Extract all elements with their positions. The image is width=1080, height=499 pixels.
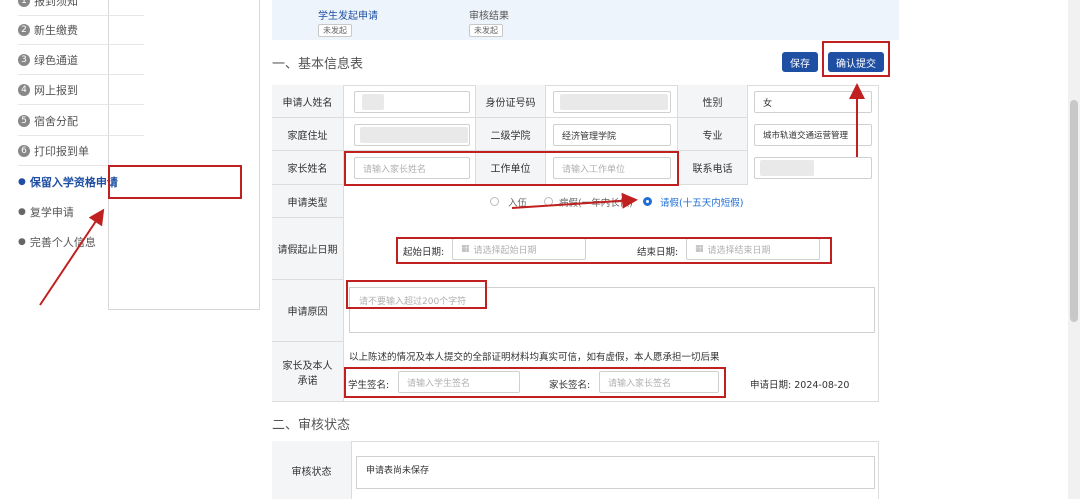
annotation-box — [108, 165, 242, 199]
step-number-icon: 1 — [18, 0, 30, 7]
label-major: 专业 — [678, 118, 748, 151]
radio-label-short-leave: 请假(十五天内短假) — [660, 198, 744, 209]
bullet-icon: ● — [18, 207, 26, 217]
radio-label-sick-leave: 病假(一年内长假) — [559, 198, 633, 209]
sidebar-item-label: 打印报到单 — [34, 144, 89, 158]
redacted-area — [362, 94, 384, 110]
college-input[interactable]: 经济管理学院 — [553, 124, 671, 146]
sidebar-item-label: 复学申请 — [29, 206, 74, 219]
step-number-icon: 4 — [18, 83, 30, 96]
bullet-icon: ● — [18, 237, 26, 247]
section-title-basic-info: 一、基本信息表 — [272, 57, 364, 72]
label-gender: 性别 — [678, 85, 748, 118]
radio-enlist[interactable] — [490, 197, 499, 206]
sidebar-item-label: 绿色通道 — [34, 53, 78, 67]
step-label: 审核结果 — [469, 11, 509, 22]
section-title-review-status: 二、审核状态 — [272, 418, 351, 433]
annotation-box — [344, 367, 726, 398]
label-reason: 申请原因 — [272, 280, 344, 342]
scrollbar-thumb[interactable] — [1070, 100, 1078, 322]
sidebar-item-label: 网上报到 — [34, 83, 78, 97]
save-button[interactable]: 保存 — [782, 52, 818, 72]
sidebar-item-label: 完善个人信息 — [29, 236, 96, 249]
sidebar-item-label: 新生缴费 — [34, 23, 78, 37]
sidebar-item-resume-study[interactable]: ● 复学申请 — [18, 197, 144, 227]
step-number-icon: 5 — [18, 114, 30, 127]
radio-label-enlist: 入伍 — [508, 198, 528, 209]
sidebar-item-notice[interactable]: 1 报到须知 — [18, 0, 144, 16]
sidebar-item-label: 报到须知 — [34, 0, 78, 8]
label-home-address: 家庭住址 — [272, 118, 344, 151]
scrollbar[interactable] — [1068, 0, 1080, 499]
annotation-box — [344, 151, 679, 186]
radio-short-leave[interactable] — [643, 197, 652, 206]
annotation-box — [396, 237, 832, 264]
pledge-text: 以上陈述的情况及本人提交的全部证明材料均真实可信，如有虚假，本人愿承担一切后果 — [349, 352, 720, 363]
label-application-type: 申请类型 — [272, 185, 344, 218]
sidebar-item-dorm[interactable]: 5 宿舍分配 — [18, 106, 144, 136]
redacted-area — [560, 94, 668, 110]
page: 1 报到须知 2 新生缴费 3 绿色通道 4 网上报到 5 宿舍分配 6 打印报… — [0, 0, 1080, 499]
step-number-icon: 6 — [18, 144, 30, 157]
sidebar-item-profile[interactable]: ● 完善个人信息 — [18, 227, 144, 257]
apply-date-label: 申请日期: 2024-08-20 — [750, 377, 849, 391]
status-step-result: 审核结果 未发起 — [469, 7, 509, 37]
step-number-icon: 2 — [18, 23, 30, 36]
label-review-status: 审核状态 — [272, 441, 352, 499]
redacted-area — [760, 160, 814, 176]
annotation-box — [346, 280, 487, 309]
sidebar-item-green-channel[interactable]: 3 绿色通道 — [18, 45, 144, 75]
label-college: 二级学院 — [476, 118, 546, 151]
label-phone: 联系电话 — [678, 151, 748, 185]
review-status-textarea[interactable]: 申请表尚未保存 — [356, 456, 875, 489]
radio-sick-leave[interactable] — [544, 197, 553, 206]
status-badge: 未发起 — [469, 24, 503, 37]
sidebar-item-label: 保留入学资格申请 — [29, 176, 118, 189]
sidebar-item-online-register[interactable]: 4 网上报到 — [18, 75, 144, 105]
label-parent-name: 家长姓名 — [272, 151, 344, 185]
label-pledge: 家长及本人承诺 — [272, 342, 344, 402]
status-badge: 未发起 — [318, 24, 352, 37]
major-input[interactable]: 城市轨道交通运营管理 — [754, 124, 872, 146]
label-leave-period: 请假起止日期 — [272, 218, 344, 280]
apply-date-label-text: 申请日期: — [750, 380, 792, 391]
step-number-icon: 3 — [18, 53, 30, 66]
sidebar-item-fee[interactable]: 2 新生缴费 — [18, 15, 144, 45]
gender-input[interactable]: 女 — [754, 91, 872, 113]
redacted-area — [360, 127, 468, 143]
annotation-box — [822, 41, 890, 77]
label-applicant-name: 申请人姓名 — [272, 85, 344, 118]
label-id-number: 身份证号码 — [476, 85, 546, 118]
bullet-icon: ● — [18, 177, 26, 187]
step-label: 学生发起申请 — [318, 11, 378, 22]
status-step-apply: 学生发起申请 未发起 — [318, 7, 378, 37]
sidebar-item-print[interactable]: 6 打印报到单 — [18, 136, 144, 166]
apply-date-value: 2024-08-20 — [794, 380, 850, 391]
sidebar-item-label: 宿舍分配 — [34, 114, 78, 128]
